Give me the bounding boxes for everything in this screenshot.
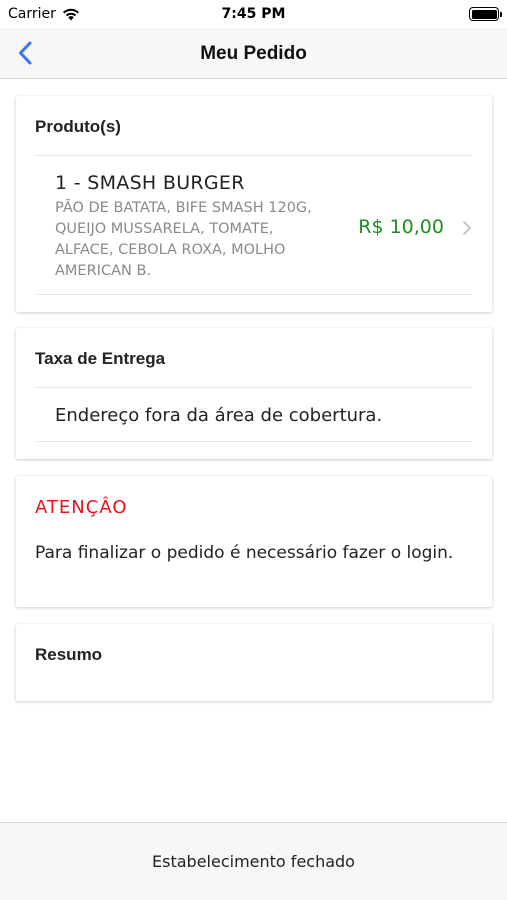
order-content: Produto(s) 1 - SMASH BURGER PÃO DE BATAT… bbox=[0, 79, 507, 822]
attention-card: ATENÇÂO Para finalizar o pedido é necess… bbox=[16, 476, 492, 607]
nav-bar: Meu Pedido bbox=[0, 28, 507, 79]
products-divider-bottom bbox=[36, 294, 472, 295]
chevron-left-icon bbox=[19, 41, 32, 65]
product-description: PÃO DE BATATA, BIFE SMASH 120G, QUEIJO M… bbox=[55, 200, 312, 279]
summary-title: Resumo bbox=[35, 645, 103, 664]
bottom-status-bar: Estabelecimento fechado bbox=[0, 822, 507, 900]
delivery-fee-divider-top bbox=[36, 387, 472, 388]
status-left: Carrier bbox=[8, 6, 80, 22]
attention-message: Para finalizar o pedido é necessário faz… bbox=[35, 543, 454, 563]
products-card: Produto(s) 1 - SMASH BURGER PÃO DE BATAT… bbox=[16, 96, 492, 312]
store-status-label: Estabelecimento fechado bbox=[152, 852, 355, 871]
carrier-label: Carrier bbox=[8, 6, 56, 22]
summary-card: Resumo bbox=[16, 624, 492, 701]
battery-icon bbox=[469, 7, 502, 21]
attention-title: ATENÇÂO bbox=[35, 497, 128, 518]
battery-level bbox=[471, 9, 497, 19]
status-bar: Carrier 7:45 PM bbox=[0, 0, 507, 28]
wifi-icon bbox=[62, 8, 79, 20]
delivery-fee-divider-bottom bbox=[36, 441, 472, 442]
delivery-fee-title: Taxa de Entrega bbox=[35, 349, 166, 368]
back-button[interactable] bbox=[10, 38, 40, 68]
product-name: 1 - SMASH BURGER bbox=[55, 172, 245, 194]
products-title: Produto(s) bbox=[35, 117, 121, 136]
product-price: R$ 10,00 bbox=[358, 216, 444, 238]
chevron-right-icon bbox=[463, 221, 471, 235]
delivery-fee-card: Taxa de Entrega Endereço fora da área de… bbox=[16, 328, 492, 459]
product-item[interactable]: 1 - SMASH BURGER PÃO DE BATATA, BIFE SMA… bbox=[16, 156, 492, 296]
delivery-fee-message: Endereço fora da área de cobertura. bbox=[55, 405, 383, 426]
page-title: Meu Pedido bbox=[200, 42, 307, 64]
